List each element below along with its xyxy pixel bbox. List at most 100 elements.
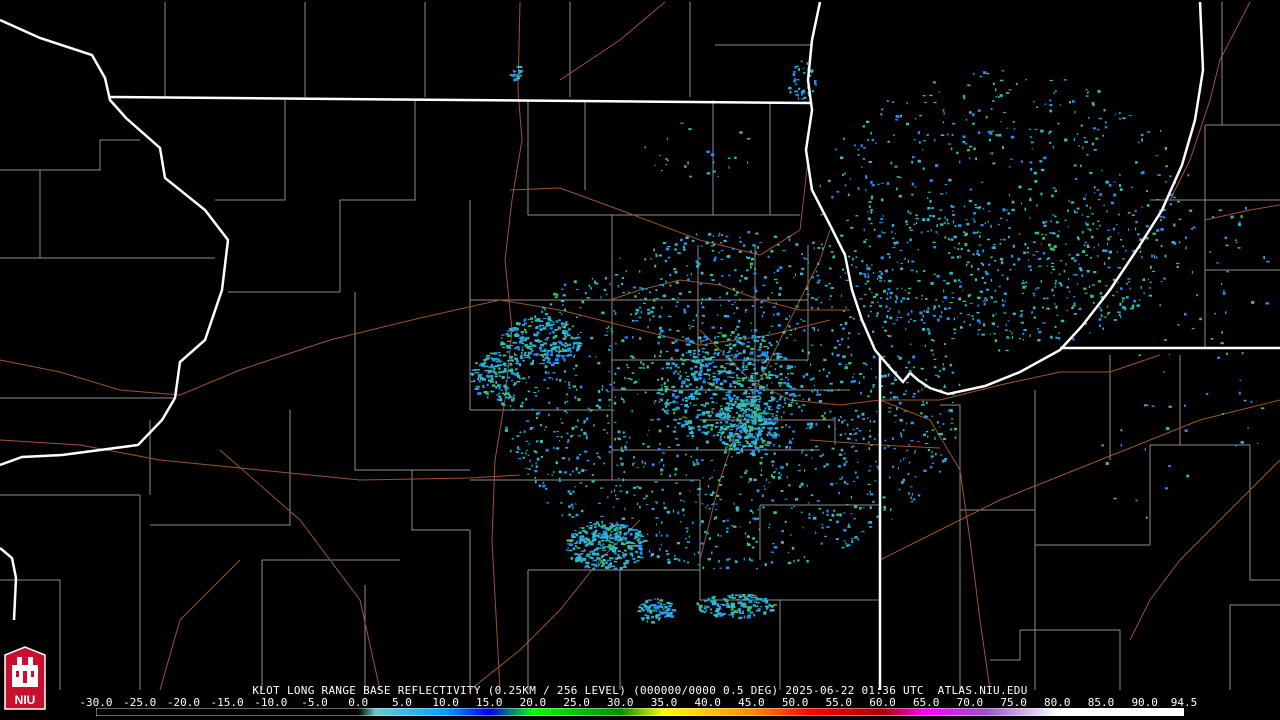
radar-echo xyxy=(684,337,688,341)
radar-echo xyxy=(544,365,548,369)
radar-echo xyxy=(1103,204,1105,207)
radar-echo xyxy=(659,599,664,602)
radar-echo xyxy=(926,310,929,313)
radar-echo xyxy=(733,525,737,528)
radar-echo xyxy=(486,374,490,378)
radar-echo xyxy=(474,388,479,390)
radar-echo xyxy=(837,465,842,468)
radar-echo xyxy=(775,352,780,355)
radar-echo xyxy=(690,372,696,376)
radar-echo xyxy=(661,367,665,370)
radar-echo xyxy=(925,379,928,381)
radar-echo xyxy=(1100,308,1103,312)
radar-echo xyxy=(769,413,775,415)
radar-echo xyxy=(573,280,577,284)
radar-echo xyxy=(612,506,615,508)
radar-echo xyxy=(654,481,658,483)
radar-echo xyxy=(1122,258,1125,260)
radar-echo xyxy=(761,469,762,472)
radar-echo xyxy=(541,356,544,358)
radar-echo xyxy=(759,445,764,448)
radar-echo xyxy=(1043,224,1047,227)
radar-echo xyxy=(1225,311,1227,314)
radar-echo xyxy=(993,243,996,246)
radar-echo xyxy=(924,344,926,347)
radar-echo xyxy=(1007,235,1010,239)
radar-echo xyxy=(700,245,703,247)
county-line xyxy=(215,100,286,201)
radar-echo xyxy=(689,175,692,178)
radar-echo xyxy=(976,319,981,322)
radar-echo xyxy=(720,407,723,411)
radar-echo xyxy=(690,426,695,429)
radar-echo xyxy=(1006,92,1010,94)
radar-echo xyxy=(832,256,835,259)
radar-echo xyxy=(992,100,995,102)
radar-echo xyxy=(707,353,710,355)
radar-echo xyxy=(566,412,569,414)
radar-echo xyxy=(1051,248,1055,251)
radar-echo xyxy=(1042,252,1046,255)
radar-echo xyxy=(866,267,869,270)
radar-echo xyxy=(779,372,783,376)
radar-echo xyxy=(707,234,711,236)
radar-echo xyxy=(920,318,923,321)
radar-echo xyxy=(735,328,737,331)
radar-echo xyxy=(867,314,870,318)
radar-echo xyxy=(801,93,803,96)
radar-echo xyxy=(817,262,820,265)
radar-echo xyxy=(869,526,873,528)
radar-echo xyxy=(740,275,743,278)
radar-echo xyxy=(844,433,847,435)
radar-echo xyxy=(668,315,672,318)
radar-echo xyxy=(998,349,1001,352)
radar-echo xyxy=(638,292,640,294)
radar-echo xyxy=(850,264,853,266)
radar-echo xyxy=(587,566,591,569)
radar-echo xyxy=(959,326,963,329)
radar-echo xyxy=(940,223,944,226)
radar-echo xyxy=(656,392,661,395)
radar-echo xyxy=(1093,301,1095,304)
radar-echo xyxy=(1023,329,1027,331)
radar-echo xyxy=(656,614,659,618)
radar-echo xyxy=(586,417,589,421)
radar-echo xyxy=(638,316,642,319)
radar-echo xyxy=(543,348,547,351)
radar-echo xyxy=(682,246,686,249)
radar-echo xyxy=(712,412,714,414)
radar-echo xyxy=(600,545,602,547)
radar-echo xyxy=(739,337,742,339)
radar-echo xyxy=(607,527,612,531)
radar-echo xyxy=(712,235,714,237)
radar-echo xyxy=(904,457,906,459)
radar-echo xyxy=(1001,95,1003,98)
radar-echo xyxy=(907,312,910,314)
radar-echo xyxy=(1189,209,1193,212)
radar-echo xyxy=(651,362,654,364)
radar-echo xyxy=(1058,282,1061,284)
radar-echo xyxy=(831,352,834,356)
radar-echo xyxy=(523,378,526,380)
radar-echo xyxy=(736,433,740,435)
radar-echo xyxy=(527,390,531,393)
radar-echo xyxy=(872,385,875,388)
radar-echo xyxy=(726,602,728,605)
radar-echo xyxy=(798,87,801,90)
radar-echo xyxy=(631,372,635,374)
radar-echo xyxy=(934,139,936,142)
radar-echo xyxy=(723,367,726,370)
radar-echo xyxy=(784,498,788,500)
radar-echo xyxy=(905,328,907,331)
radar-echo xyxy=(958,383,961,387)
radar-echo xyxy=(708,537,711,540)
radar-echo xyxy=(905,367,908,369)
radar-echo xyxy=(1092,295,1094,298)
radar-echo xyxy=(665,157,668,160)
radar-echo xyxy=(915,221,917,225)
radar-echo xyxy=(548,332,552,335)
radar-echo xyxy=(849,178,852,180)
radar-echo xyxy=(882,232,886,234)
radar-echo xyxy=(642,442,645,445)
radar-echo xyxy=(498,367,501,370)
